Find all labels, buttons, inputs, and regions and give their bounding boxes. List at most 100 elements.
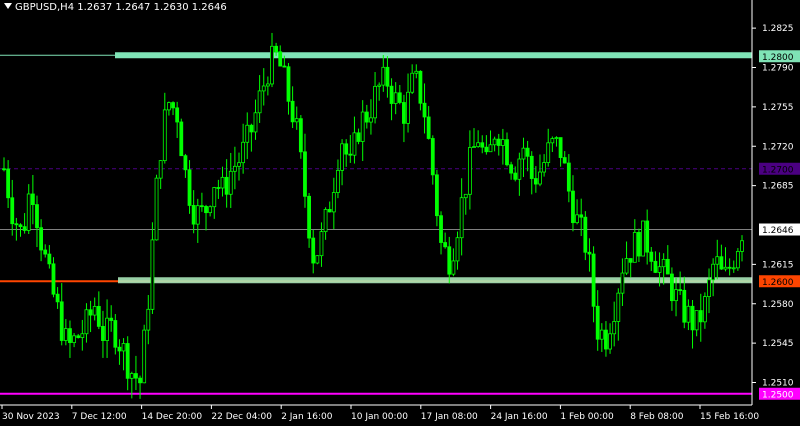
candle-body <box>47 253 52 265</box>
symbol-info: GBPUSD,H4 1.2637 1.2647 1.2630 1.2646 <box>15 2 227 13</box>
candle-body <box>327 209 332 213</box>
candle-body <box>356 132 361 142</box>
candle-body <box>319 231 324 257</box>
candle-body <box>707 279 711 297</box>
candle-body <box>340 143 344 171</box>
candle-body <box>715 256 720 265</box>
candle-body <box>554 137 559 139</box>
price-tick-label: 1.2685 <box>762 182 794 192</box>
candle-body <box>500 139 505 146</box>
candle-body <box>645 220 650 253</box>
candle-body <box>138 377 142 384</box>
candle-body <box>587 251 592 255</box>
candle-body <box>496 138 501 146</box>
price-tag-label: 1.2646 <box>762 226 794 236</box>
chart-header: GBPUSD,H4 1.2637 1.2647 1.2630 1.2646 <box>4 2 227 13</box>
candle-body <box>315 255 320 264</box>
candle-body <box>237 162 241 167</box>
candle-body <box>109 317 114 321</box>
candle-body <box>426 116 431 139</box>
candle-body <box>43 249 48 255</box>
price-tick-label: 1.2720 <box>762 142 794 152</box>
time-tick-label: 30 Nov 2023 <box>2 412 60 422</box>
candle-body <box>344 143 349 155</box>
candle-body <box>249 124 254 133</box>
candle-body <box>72 335 76 343</box>
candle-body <box>406 91 410 124</box>
candle-body <box>80 333 85 338</box>
candle-body <box>641 220 645 257</box>
candle-body <box>187 169 192 206</box>
candle-body <box>727 266 732 269</box>
candle-body <box>418 70 423 104</box>
candle-body <box>183 155 188 171</box>
candle-body <box>579 214 584 218</box>
candle-body <box>558 137 563 158</box>
candle-body <box>430 138 435 176</box>
candle-body <box>550 138 555 144</box>
candle-body <box>670 273 674 302</box>
candle-body <box>719 256 724 270</box>
candle-body <box>678 289 683 292</box>
candle-body <box>30 193 35 206</box>
candle-body <box>455 237 460 262</box>
candle-body <box>435 174 439 217</box>
price-chart[interactable]: 1.2825 1.2790 1.2755 1.2720 1.2685 1.2615 1.25… <box>0 0 800 426</box>
candle-body <box>649 251 654 262</box>
candle-body <box>583 216 588 253</box>
candle-body <box>51 263 56 295</box>
candle-body <box>566 162 571 192</box>
candle-body <box>270 45 274 85</box>
candle-body <box>735 251 740 269</box>
candle-body <box>480 142 485 148</box>
candle-body <box>488 144 493 153</box>
candle-body <box>377 84 382 87</box>
candle-body <box>682 289 687 323</box>
candle-body <box>661 258 666 268</box>
price-tick-label: 1.2545 <box>762 339 794 349</box>
candle-body <box>18 224 23 228</box>
candle-body <box>533 178 538 185</box>
time-tick-label: 8 Feb 08:00 <box>630 412 684 422</box>
candle-body <box>723 266 728 270</box>
support-band <box>118 277 752 284</box>
candle-body <box>195 205 200 225</box>
candle-body <box>55 293 60 303</box>
candle-body <box>608 333 612 350</box>
candle-body <box>303 151 307 197</box>
price-tick-label: 1.2755 <box>762 103 794 113</box>
candle-body <box>105 317 109 341</box>
candle-body <box>702 296 707 323</box>
candle-body <box>117 346 122 352</box>
candle-body <box>323 209 328 233</box>
candle-body <box>232 165 237 172</box>
candle-body <box>369 117 373 123</box>
candle-body <box>517 158 522 180</box>
candle-body <box>612 321 617 335</box>
candle-body <box>509 164 514 174</box>
candle-body <box>505 139 509 166</box>
candle-body <box>101 326 105 341</box>
candle-body <box>381 66 386 86</box>
candle-body <box>228 170 233 195</box>
candle-body <box>393 92 398 104</box>
candle-body <box>364 111 369 123</box>
candle-body <box>674 289 678 302</box>
candle-body <box>26 193 31 231</box>
candle-body <box>150 239 155 310</box>
candle-body <box>467 147 472 195</box>
candle-body <box>294 118 299 123</box>
dropdown-triangle-icon[interactable] <box>4 3 12 9</box>
time-tick-label: 22 Dec 04:00 <box>211 412 272 422</box>
candle-body <box>352 132 357 156</box>
time-axis: 30 Nov 2023 7 Dec 12:00 14 Dec 20:00 22 Dec… <box>1 405 759 422</box>
time-tick-label: 14 Dec 20:00 <box>142 412 203 422</box>
candle-body <box>657 266 662 273</box>
candle-body <box>571 190 575 224</box>
candle-body <box>96 306 101 327</box>
candle-body <box>604 329 608 350</box>
candle-body <box>690 305 695 331</box>
candle-body <box>439 215 443 243</box>
candle-body <box>241 141 246 164</box>
candle-body <box>476 142 481 147</box>
